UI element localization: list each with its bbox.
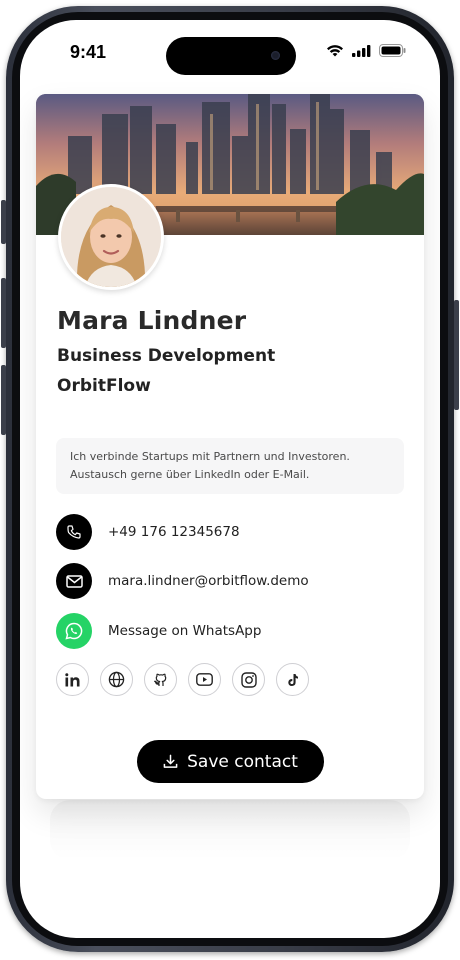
status-icons — [326, 44, 406, 57]
bio-line-2: Austausch gerne über LinkedIn oder E-Mai… — [70, 468, 310, 481]
battery-icon — [379, 44, 406, 57]
phone-screen: 9:41 Mara Lindner Business Development O… — [20, 20, 440, 938]
mail-icon[interactable] — [56, 563, 92, 599]
whatsapp-icon[interactable] — [56, 613, 92, 649]
phone-number[interactable]: +49 176 12345678 — [108, 524, 240, 540]
save-contact-button[interactable]: Save contact — [137, 740, 324, 783]
github-icon[interactable] — [144, 663, 177, 696]
phone-icon[interactable] — [56, 514, 92, 550]
email-row[interactable]: mara.lindner@orbitflow.demo — [56, 563, 309, 599]
save-contact-label[interactable]: Save contact — [187, 752, 298, 772]
dynamic-island — [166, 37, 296, 75]
whatsapp-row[interactable]: Message on WhatsApp — [56, 613, 261, 649]
instagram-icon[interactable] — [232, 663, 265, 696]
camera-icon — [271, 51, 280, 60]
mute-switch — [1, 200, 6, 244]
status-time: 9:41 — [70, 42, 107, 62]
globe-icon[interactable] — [100, 663, 133, 696]
card-shadow — [50, 800, 410, 860]
profile-name: Mara Lindner — [57, 306, 247, 335]
profile-role: Business Development — [57, 346, 276, 366]
phone-row[interactable]: +49 176 12345678 — [56, 514, 240, 550]
cellular-signal-icon — [352, 44, 371, 57]
email-address[interactable]: mara.lindner@orbitflow.demo — [108, 573, 309, 589]
avatar-portrait — [61, 187, 161, 287]
wifi-icon — [327, 45, 343, 57]
download-icon — [163, 754, 178, 768]
power-button — [454, 300, 459, 410]
youtube-icon[interactable] — [188, 663, 221, 696]
linkedin-icon[interactable] — [56, 663, 89, 696]
tiktok-icon[interactable] — [276, 663, 309, 696]
contact-card: Mara Lindner Business Development OrbitF… — [36, 94, 424, 799]
bio-box: Ich verbinde Startups mit Partnern und I… — [56, 438, 404, 494]
profile-company: OrbitFlow — [57, 376, 151, 396]
bio-line-1: Ich verbinde Startups mit Partnern und I… — [70, 450, 350, 463]
volume-up-button — [1, 278, 6, 348]
social-links — [56, 663, 309, 696]
whatsapp-label[interactable]: Message on WhatsApp — [108, 623, 261, 639]
avatar — [58, 184, 164, 290]
volume-down-button — [1, 365, 6, 435]
